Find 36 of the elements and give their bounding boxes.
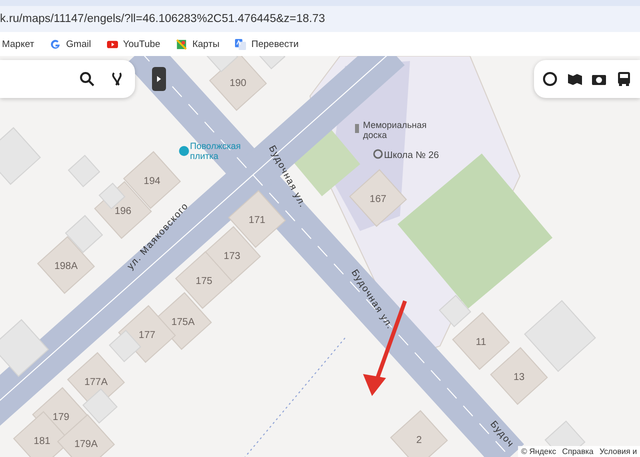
house-number: 198А [54,261,78,272]
house-number: 167 [370,194,386,205]
house-number: 177А [84,377,108,388]
house-number: 196 [114,206,132,217]
bookmark-link[interactable]: Gmail [50,38,91,50]
house-number: 13 [513,372,525,383]
attribution-link[interactable]: Условия и [600,447,637,456]
house-number: 177 [138,330,156,341]
house-number: 175А [171,317,195,328]
place-label[interactable]: Мемориальная доска [363,120,433,140]
house-number: 2 [416,435,422,446]
place-label[interactable]: Школа № 26 [384,150,439,161]
play-icon [106,38,118,50]
google-g-icon [50,38,62,50]
bookmark-link[interactable]: YouTube [106,38,160,50]
search-icon[interactable] [79,71,95,87]
house-number: 194 [144,176,160,187]
bus-icon[interactable] [616,71,632,87]
house-number: 181 [34,436,50,447]
circle-icon[interactable] [542,71,558,87]
house-number: 171 [248,215,266,226]
house-number: 11 [476,337,486,348]
school-icon[interactable] [373,149,383,159]
translate-icon [235,38,246,50]
house-number: 175 [196,276,212,287]
house-number: 173 [224,251,240,262]
house-number: 190 [230,78,246,89]
bookmark-link[interactable]: Маркет [2,38,34,50]
attribution-link[interactable]: © Яндекс [521,447,556,456]
house-number: 179А [74,439,98,450]
bookmark-link[interactable]: Карты [176,38,220,50]
shop-icon[interactable] [179,146,189,156]
bookmark-link[interactable]: Перевести [235,38,299,50]
house-number: 179 [52,412,70,423]
expand-button[interactable] [152,67,166,91]
attribution-link[interactable]: Справка [562,447,594,456]
